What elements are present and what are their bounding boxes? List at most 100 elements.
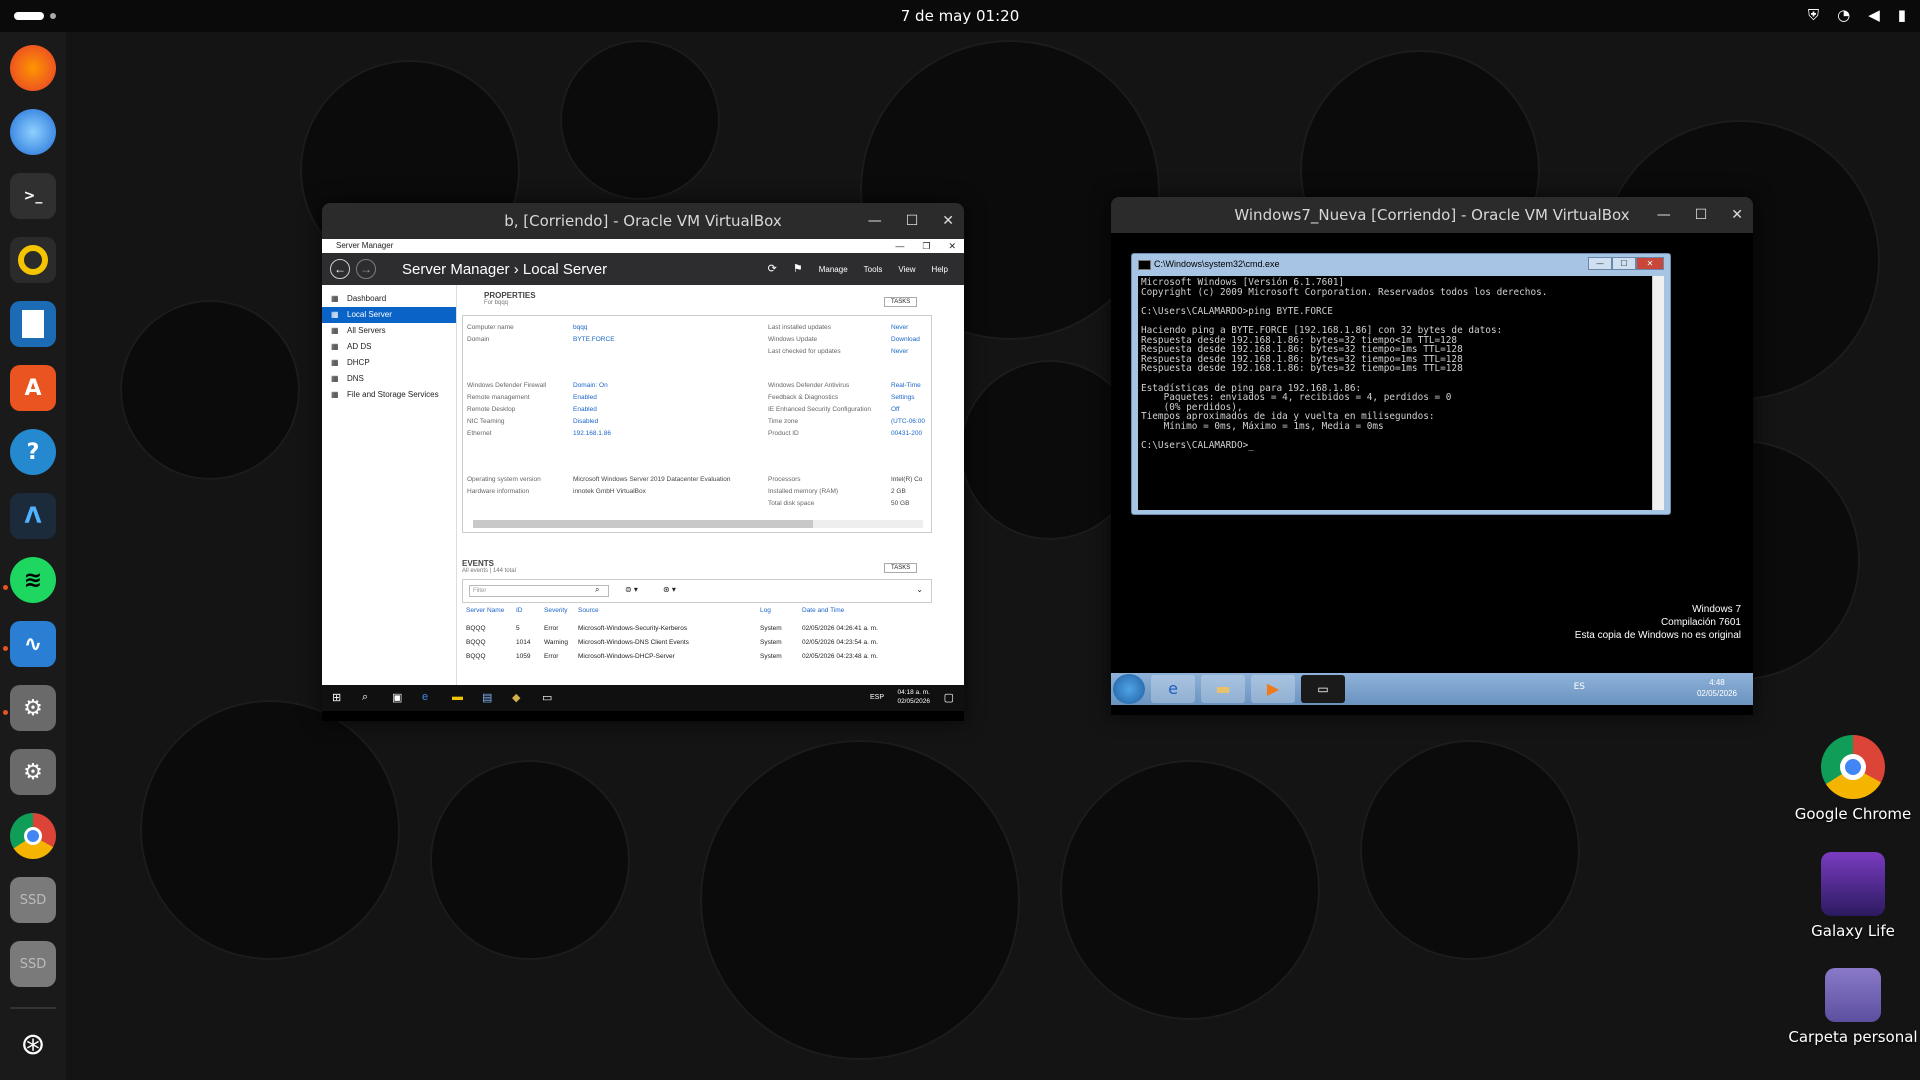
menu-tools[interactable]: Tools <box>864 265 883 275</box>
spotify-icon[interactable]: ≋ <box>10 557 56 603</box>
task-view-icon[interactable]: ▣ <box>392 691 402 704</box>
table-row[interactable]: BQQQ 1014 Warning Microsoft-Windows-DNS … <box>462 639 932 653</box>
col-source[interactable]: Source <box>578 607 599 614</box>
prop-value[interactable]: Never <box>891 324 908 331</box>
maximize-icon[interactable]: ☐ <box>1695 197 1708 233</box>
desktop-icon-galaxy-life[interactable]: Galaxy Life <box>1778 852 1920 940</box>
help-icon[interactable]: ? <box>10 429 56 475</box>
app-center-icon[interactable]: A <box>10 365 56 411</box>
prop-value[interactable]: Settings <box>891 394 915 401</box>
cmd-window[interactable]: C:\Windows\system32\cmd.exe — ☐ ✕ Micros… <box>1131 253 1671 515</box>
system-tray[interactable]: ⛨ ◔ ◀ ▮ <box>1808 6 1906 24</box>
file-explorer-icon[interactable]: ▬ <box>452 691 463 703</box>
clock[interactable]: 7 de may 01:20 <box>0 7 1920 25</box>
tasks-button[interactable]: TASKS <box>884 563 918 573</box>
battery-icon[interactable]: ▮ <box>1898 6 1906 24</box>
menu-manage[interactable]: Manage <box>819 265 848 275</box>
maximize-icon[interactable]: ☐ <box>1612 257 1636 270</box>
sidebar-item-all-servers[interactable]: All Servers <box>322 323 456 339</box>
list-options-icon[interactable]: ⊜ ▾ <box>625 585 638 594</box>
wifi-icon[interactable]: ◔ <box>1837 6 1850 24</box>
windows-start-icon[interactable]: ⊞ <box>332 691 341 704</box>
virtualbox-window-server[interactable]: b, [Corriendo] - Oracle VM VirtualBox — … <box>322 203 964 721</box>
expand-icon[interactable]: ⌄ <box>916 585 923 594</box>
minimize-icon[interactable]: — <box>895 239 904 253</box>
firefox-icon[interactable] <box>10 45 56 91</box>
arduino-icon[interactable]: Λ <box>10 493 56 539</box>
start-orb-icon[interactable] <box>1113 674 1145 704</box>
search-icon[interactable]: ⌕ <box>595 585 599 595</box>
col-date-time[interactable]: Date and Time <box>802 607 844 614</box>
server-manager-icon[interactable]: ▤ <box>482 691 492 704</box>
table-row[interactable]: BQQQ 5 Error Microsoft-Windows-Security-… <box>462 625 932 639</box>
thunderbird-icon[interactable] <box>10 109 56 155</box>
search-icon[interactable]: ⌕ <box>362 691 368 704</box>
volume-icon[interactable]: ◀ <box>1868 6 1880 24</box>
back-icon[interactable]: ← <box>330 259 350 279</box>
restore-icon[interactable]: ❐ <box>922 239 930 253</box>
cmd-taskbar-icon[interactable]: ▭ <box>1301 675 1345 703</box>
table-row[interactable]: BQQQ 1059 Error Microsoft-Windows-DHCP-S… <box>462 653 932 667</box>
prop-value[interactable]: Off <box>891 406 900 413</box>
prop-value[interactable]: Domain: On <box>573 382 608 389</box>
sidebar-item-dhcp[interactable]: DHCP <box>322 355 456 371</box>
sidebar-item-dns[interactable]: DNS <box>322 371 456 387</box>
flag-icon[interactable]: ⚑ <box>793 262 803 275</box>
col-server-name[interactable]: Server Name <box>466 607 504 614</box>
desktop-icon-chrome[interactable]: Google Chrome <box>1778 735 1920 823</box>
ie-icon[interactable]: e <box>1151 675 1195 703</box>
close-icon[interactable]: ✕ <box>1731 197 1743 233</box>
maximize-icon[interactable]: ☐ <box>906 203 919 239</box>
notifications-icon[interactable]: ▢ <box>944 691 954 704</box>
refresh-icon[interactable]: ⟳ <box>768 262 777 275</box>
shield-icon[interactable]: ⛨ <box>1808 6 1819 24</box>
prop-value[interactable]: bqqq <box>573 324 587 331</box>
minimize-icon[interactable]: — <box>1657 197 1671 233</box>
sidebar-item-ad-ds[interactable]: AD DS <box>322 339 456 355</box>
show-apps-icon[interactable]: ⊛ <box>10 1021 56 1067</box>
sidebar-item-local-server[interactable]: Local Server <box>322 307 456 323</box>
tools-icon[interactable]: ◆ <box>512 691 520 704</box>
language-indicator[interactable]: ES <box>1574 682 1585 692</box>
filter-options-icon[interactable]: ⊛ ▾ <box>663 585 676 594</box>
taskbar-clock[interactable]: 04:18 a. m. 02/05/2026 <box>897 688 930 706</box>
col-id[interactable]: ID <box>516 607 523 614</box>
taskbar-clock[interactable]: 4:48 02/05/2026 <box>1697 677 1737 699</box>
filter-input[interactable]: Filter <box>469 585 609 597</box>
settings-icon[interactable]: ⚙ <box>10 685 56 731</box>
ie-icon[interactable]: e <box>422 691 428 703</box>
media-player-icon[interactable]: ▶ <box>1251 675 1295 703</box>
cmd-icon[interactable]: ▭ <box>542 691 552 704</box>
menu-view[interactable]: View <box>898 265 915 275</box>
desktop-icon-home-folder[interactable]: Carpeta personal <box>1778 968 1920 1046</box>
writer-icon[interactable] <box>10 301 56 347</box>
prop-value[interactable]: (UTC-06:00 <box>891 418 925 425</box>
close-icon[interactable]: ✕ <box>942 203 954 239</box>
sidebar-item-dashboard[interactable]: Dashboard <box>322 291 456 307</box>
chrome-icon[interactable] <box>10 813 56 859</box>
explorer-icon[interactable]: ▬ <box>1201 675 1245 703</box>
close-icon[interactable]: ✕ <box>948 239 956 253</box>
vertical-scrollbar[interactable] <box>1652 276 1664 510</box>
prop-value[interactable]: Download <box>891 336 920 343</box>
ssd-drive-icon[interactable]: SSD <box>10 941 56 987</box>
col-severity[interactable]: Severity <box>544 607 567 614</box>
horizontal-scrollbar[interactable] <box>473 520 923 528</box>
menu-help[interactable]: Help <box>932 265 948 275</box>
minimize-icon[interactable]: — <box>868 203 882 239</box>
sidebar-item-file-storage[interactable]: File and Storage Services <box>322 387 456 403</box>
prop-value[interactable]: Disabled <box>573 418 598 425</box>
col-log[interactable]: Log <box>760 607 771 614</box>
virtualbox-window-win7[interactable]: Windows7_Nueva [Corriendo] - Oracle VM V… <box>1111 197 1753 715</box>
ssd-drive-icon[interactable]: SSD <box>10 877 56 923</box>
prop-value[interactable]: Real-Time <box>891 382 921 389</box>
forward-icon[interactable]: → <box>356 259 376 279</box>
prop-value[interactable]: BYTE.FORCE <box>573 336 615 343</box>
prop-value[interactable]: Enabled <box>573 406 597 413</box>
rhythmbox-icon[interactable] <box>10 237 56 283</box>
prop-value[interactable]: Enabled <box>573 394 597 401</box>
prop-value[interactable]: Never <box>891 348 908 355</box>
minimize-icon[interactable]: — <box>1588 257 1612 270</box>
tasks-button[interactable]: TASKS <box>884 297 918 307</box>
prop-value[interactable]: 192.168.1.86 <box>573 430 611 437</box>
